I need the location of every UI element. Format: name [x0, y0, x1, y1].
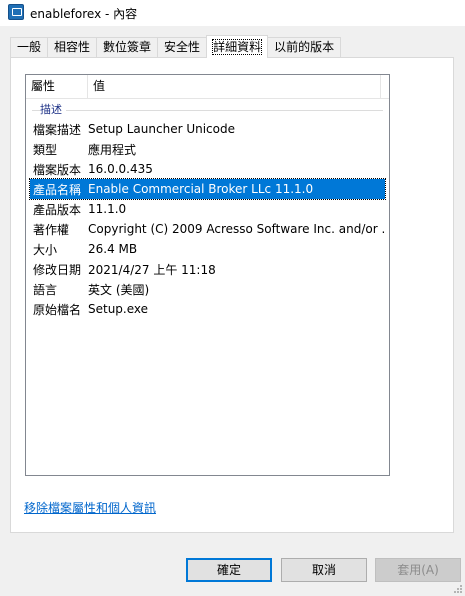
row-copyright[interactable]: 著作權 Copyright (C) 2009 Acresso Software I…: [30, 219, 385, 239]
property-name: 類型: [33, 142, 58, 157]
property-value: Copyright (C) 2009 Acresso Software Inc.…: [88, 222, 385, 236]
list-header: 屬性 值: [26, 75, 389, 99]
row-product-name[interactable]: 產品名稱 Enable Commercial Broker LLc 11.1.0: [29, 178, 386, 200]
row-file-description[interactable]: 檔案描述 Setup Launcher Unicode: [30, 119, 385, 139]
tab-label: 相容性: [54, 40, 91, 54]
group-label: 描述: [40, 101, 66, 117]
ok-button[interactable]: 確定: [186, 558, 272, 582]
tab-label: 詳細資料: [212, 39, 263, 55]
title-bar: enableforex - 內容: [0, 0, 465, 26]
property-value: 16.0.0.435: [88, 162, 153, 176]
resize-grip-icon[interactable]: [452, 583, 462, 593]
tab-previous-versions[interactable]: 以前的版本: [267, 37, 342, 58]
column-header-value[interactable]: 值: [88, 75, 381, 98]
tab-security[interactable]: 安全性: [157, 37, 208, 58]
row-type[interactable]: 類型 應用程式: [30, 139, 385, 159]
property-name: 產品版本: [33, 202, 82, 217]
property-value: Enable Commercial Broker LLc 11.1.0: [88, 182, 314, 196]
property-name: 產品名稱: [33, 182, 82, 197]
app-icon: [8, 4, 24, 20]
group-divider: [32, 110, 383, 111]
properties-list[interactable]: 屬性 值 描述 檔案描述 Setup Launcher Unicode 類型 應用程…: [25, 74, 390, 476]
column-header-filler: [381, 75, 389, 98]
row-language[interactable]: 語言 英文 (美國): [30, 279, 385, 299]
property-name: 大小: [33, 242, 58, 257]
property-name: 原始檔名: [33, 302, 82, 317]
property-name: 檔案描述: [33, 122, 82, 137]
property-name: 檔案版本: [33, 162, 82, 177]
property-value: 應用程式: [88, 142, 137, 157]
cancel-button[interactable]: 取消: [281, 558, 367, 582]
row-date-modified[interactable]: 修改日期 2021/4/27 上午 11:18: [30, 259, 385, 279]
property-value: 英文 (美國): [88, 282, 150, 297]
row-size[interactable]: 大小 26.4 MB: [30, 239, 385, 259]
row-original-filename[interactable]: 原始檔名 Setup.exe: [30, 299, 385, 319]
tab-label: 數位簽章: [103, 40, 152, 54]
property-value: Setup Launcher Unicode: [88, 122, 235, 136]
window-title: enableforex - 內容: [30, 7, 138, 21]
tab-label: 安全性: [164, 40, 201, 54]
property-name: 著作權: [33, 222, 70, 237]
row-file-version[interactable]: 檔案版本 16.0.0.435: [30, 159, 385, 179]
remove-properties-link[interactable]: 移除檔案屬性和個人資訊: [24, 499, 156, 516]
details-panel: 屬性 值 描述 檔案描述 Setup Launcher Unicode 類型 應用程…: [10, 57, 454, 533]
tab-general[interactable]: 一般: [10, 37, 49, 58]
tab-digital-signatures[interactable]: 數位簽章: [96, 37, 159, 58]
property-name: 修改日期: [33, 262, 82, 277]
row-product-version[interactable]: 產品版本 11.1.0: [30, 199, 385, 219]
group-header-description: 描述: [26, 99, 389, 119]
apply-button[interactable]: 套用(A): [375, 558, 461, 582]
property-name: 語言: [33, 282, 58, 297]
property-value: 26.4 MB: [88, 242, 138, 256]
column-header-property[interactable]: 屬性: [26, 75, 88, 98]
tab-strip: 一般 相容性 數位簽章 安全性 詳細資料 以前的版本: [10, 35, 342, 58]
tab-compatibility[interactable]: 相容性: [47, 37, 98, 58]
property-value: 2021/4/27 上午 11:18: [88, 262, 216, 277]
property-value: 11.1.0: [88, 202, 127, 216]
tab-label: 一般: [17, 40, 42, 54]
property-value: Setup.exe: [88, 302, 149, 316]
tab-details[interactable]: 詳細資料: [206, 35, 269, 58]
tab-label: 以前的版本: [274, 40, 335, 54]
